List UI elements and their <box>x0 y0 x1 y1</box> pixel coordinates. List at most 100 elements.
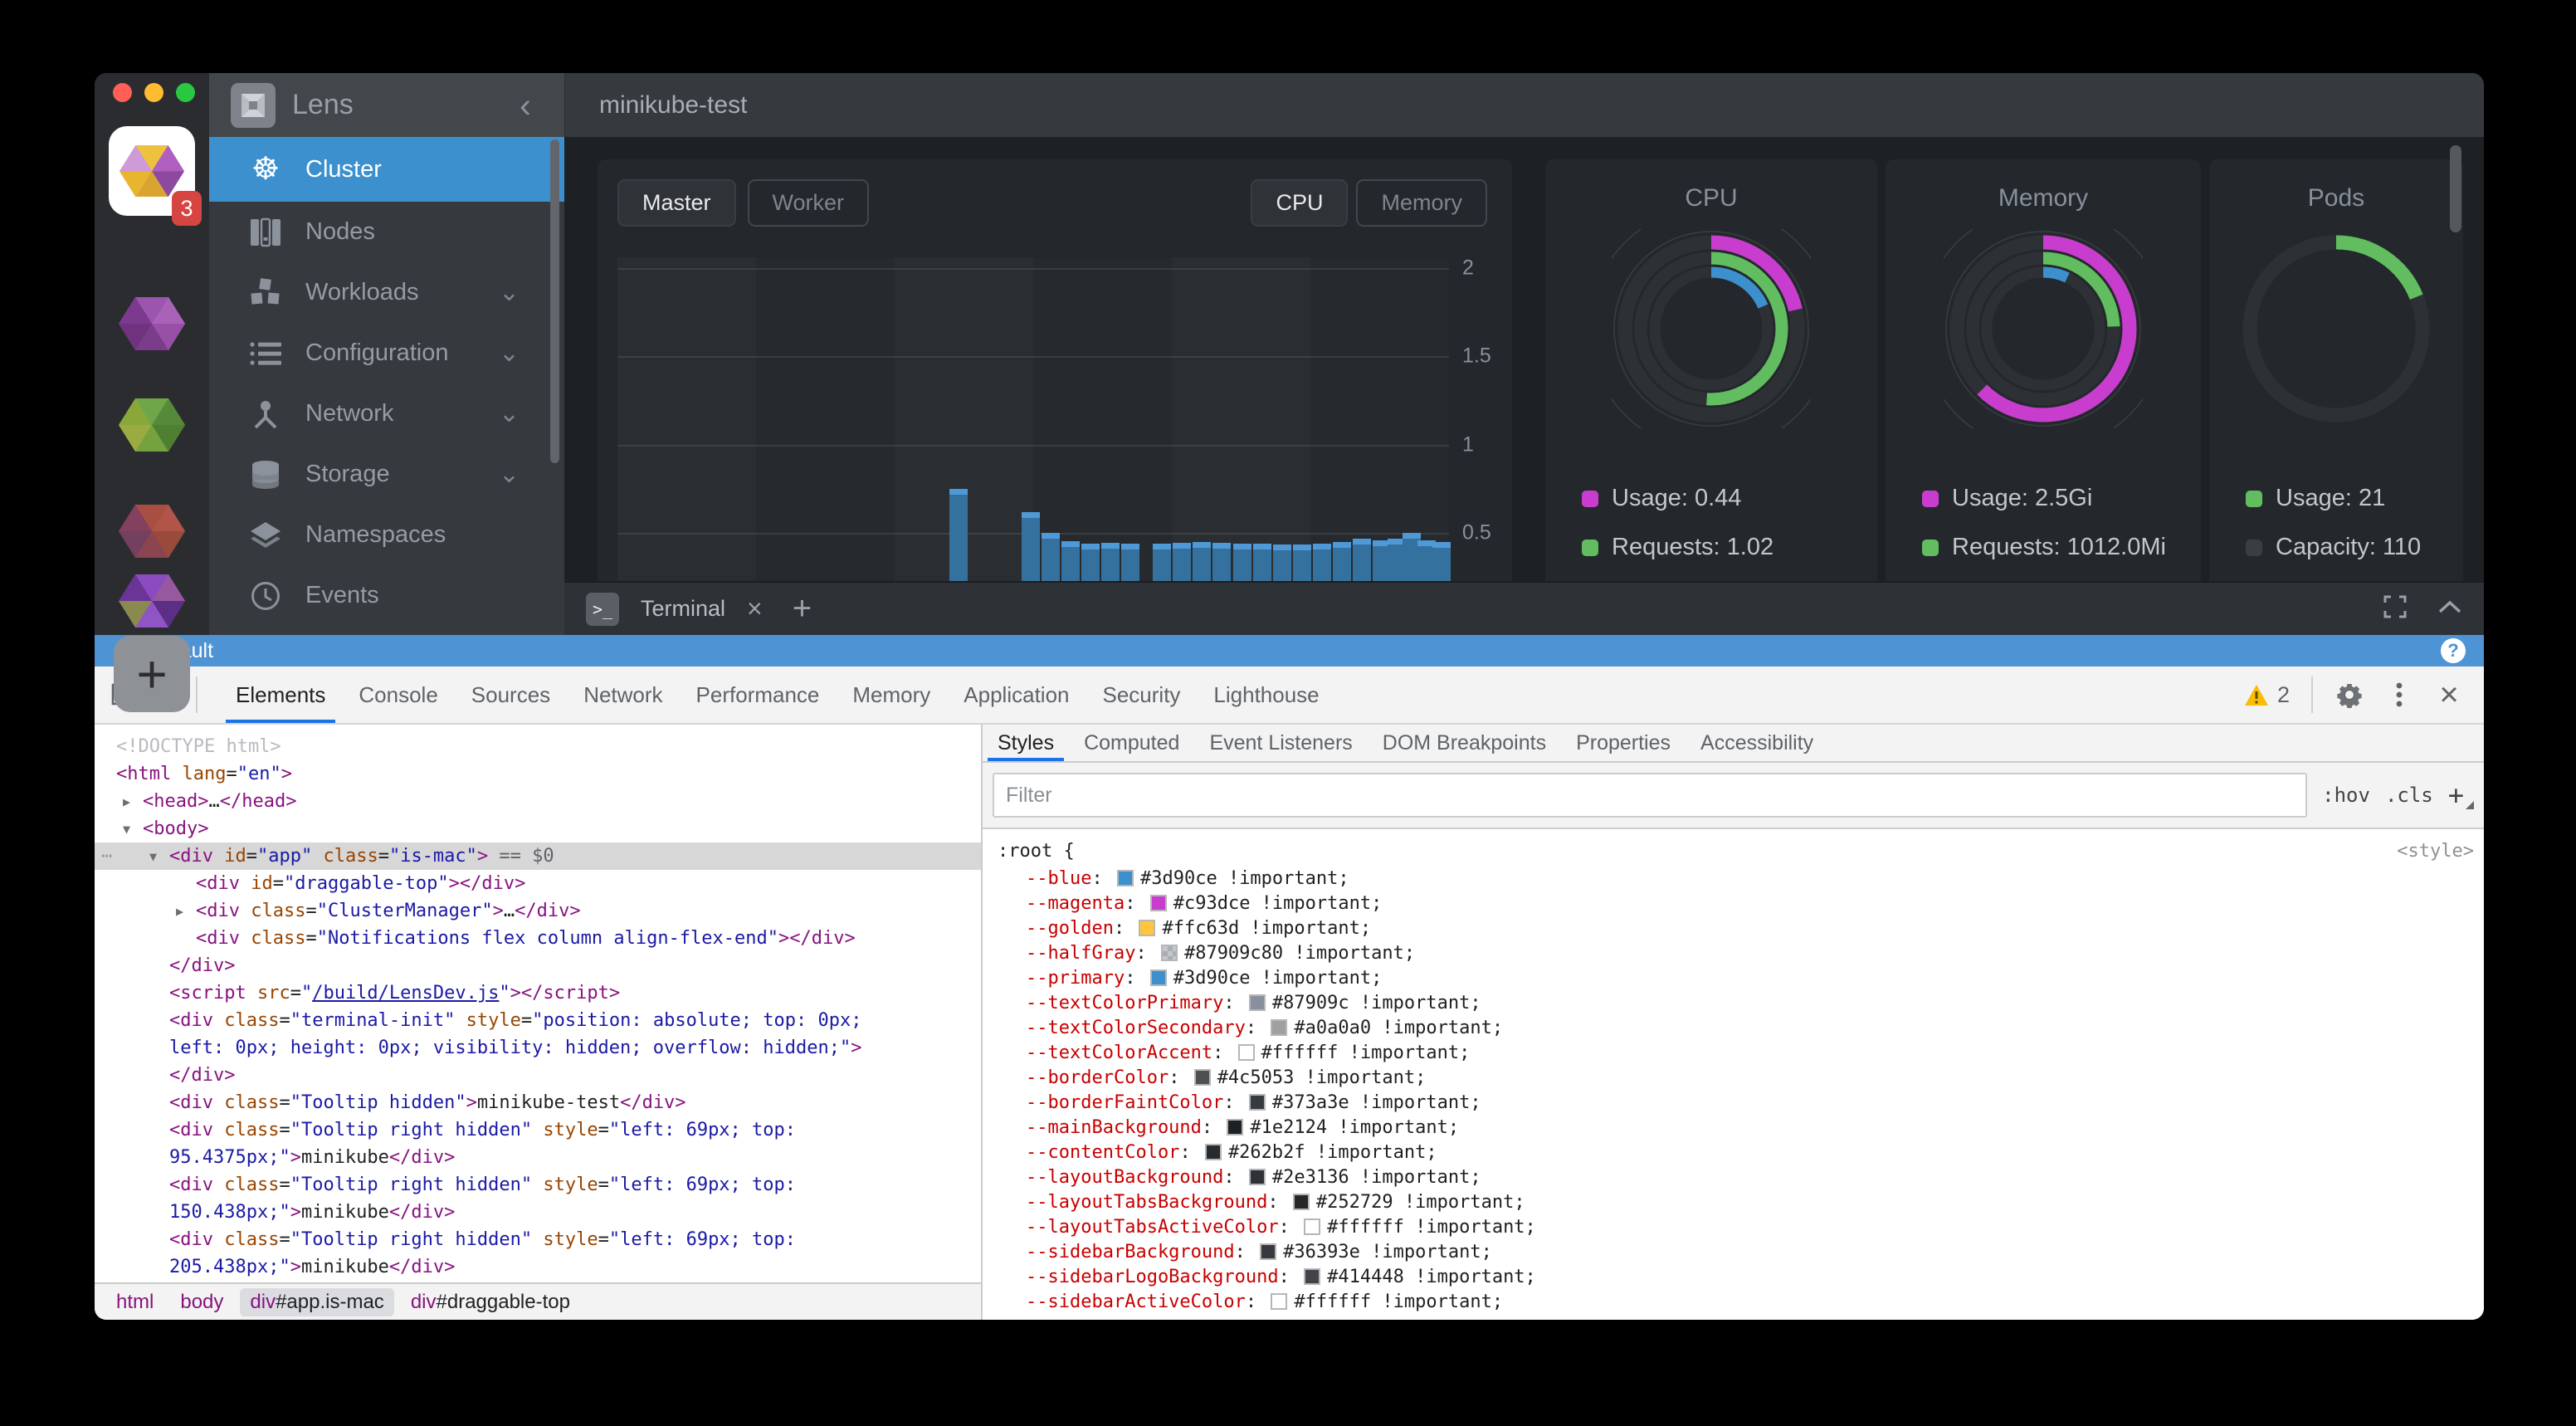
add-cluster-button[interactable]: + <box>114 636 190 712</box>
chevron-down-icon[interactable]: ⌄ <box>499 460 520 489</box>
dom-tree-line[interactable]: <div class="Tooltip right hidden" style=… <box>95 1226 981 1253</box>
color-swatch[interactable] <box>1150 895 1167 911</box>
dom-tree[interactable]: <!DOCTYPE html><html lang="en">▶<head>…<… <box>95 725 981 1282</box>
dom-tree-line[interactable]: <div class="Tooltip right hidden" style=… <box>95 1171 981 1199</box>
sidebar-item-nodes[interactable]: Nodes <box>209 202 564 262</box>
css-variable[interactable]: --golden: #ffc63d !important; <box>983 916 2484 941</box>
dashboard-scrollbar[interactable] <box>2450 145 2461 232</box>
devtools-menu-icon[interactable] <box>2378 673 2421 716</box>
color-swatch[interactable] <box>1271 1293 1287 1310</box>
tab-cpu-button[interactable]: CPU <box>1251 179 1348 227</box>
css-variable[interactable]: --halfGray: #87909c80 !important; <box>983 941 2484 966</box>
color-swatch[interactable] <box>1293 1194 1310 1210</box>
devtools-tab-memory[interactable]: Memory <box>836 667 947 723</box>
close-window-button[interactable] <box>113 83 132 102</box>
css-variable[interactable]: --magenta: #c93dce !important; <box>983 891 2484 916</box>
sidebar-item-network[interactable]: Network⌄ <box>209 383 564 444</box>
sidebar-item-configuration[interactable]: Configuration⌄ <box>209 323 564 383</box>
dom-tree-line[interactable]: 150.438px;">minikube</div> <box>95 1199 981 1226</box>
css-variable[interactable]: --textColorAccent: #ffffff !important; <box>983 1041 2484 1066</box>
zoom-window-button[interactable] <box>176 83 195 102</box>
breadcrumb-item[interactable]: div#draggable-top <box>401 1288 580 1316</box>
breadcrumb-item[interactable]: div#app.is-mac <box>240 1288 393 1316</box>
color-swatch[interactable] <box>1161 945 1178 961</box>
dom-tree-line[interactable]: ⋯▼<div id="app" class="is-mac"> == $0 <box>95 842 981 870</box>
styles-tab-dom-breakpoints[interactable]: DOM Breakpoints <box>1368 725 1561 761</box>
color-swatch[interactable] <box>1227 1119 1243 1135</box>
color-swatch[interactable] <box>1117 870 1134 886</box>
devtools-tab-network[interactable]: Network <box>567 667 679 723</box>
color-swatch[interactable] <box>1304 1218 1320 1235</box>
styles-tab-accessibility[interactable]: Accessibility <box>1686 725 1828 761</box>
color-swatch[interactable] <box>1304 1268 1320 1285</box>
color-swatch[interactable] <box>1150 969 1167 986</box>
terminal-collapse-icon[interactable] <box>2437 599 2462 618</box>
element-classes-button[interactable]: .cls <box>2385 784 2433 807</box>
css-variable[interactable]: --borderColor: #4c5053 !important; <box>983 1066 2484 1091</box>
styles-tab-event-listeners[interactable]: Event Listeners <box>1194 725 1367 761</box>
styles-tab-computed[interactable]: Computed <box>1069 725 1194 761</box>
dom-tree-line[interactable]: </div> <box>95 1062 981 1089</box>
terminal-fullscreen-icon[interactable] <box>2383 594 2408 623</box>
dom-tree-line[interactable]: <html lang="en"> <box>95 760 981 788</box>
css-variable[interactable]: --textColorSecondary: #a0a0a0 !important… <box>983 1016 2484 1041</box>
color-swatch[interactable] <box>1260 1243 1276 1260</box>
css-variable[interactable]: --sidebarLogoBackground: #414448 !import… <box>983 1265 2484 1290</box>
devtools-tab-application[interactable]: Application <box>947 667 1086 723</box>
css-variable[interactable]: --sidebarActiveColor: #ffffff !important… <box>983 1290 2484 1315</box>
dom-tree-line[interactable]: <div id="draggable-top"></div> <box>95 870 981 897</box>
devtools-tab-performance[interactable]: Performance <box>680 667 837 723</box>
dom-tree-line[interactable]: left: 0px; height: 0px; visibility: hidd… <box>95 1034 981 1062</box>
color-swatch[interactable] <box>1271 1019 1287 1036</box>
sidebar-item-namespaces[interactable]: Namespaces <box>209 505 564 565</box>
sidebar-item-storage[interactable]: Storage⌄ <box>209 444 564 505</box>
devtools-tab-security[interactable]: Security <box>1086 667 1198 723</box>
styles-tab-properties[interactable]: Properties <box>1561 725 1686 761</box>
css-variable[interactable]: --blue: #3d90ce !important; <box>983 867 2484 891</box>
expand-arrow-closed-icon[interactable]: ▶ <box>123 789 130 816</box>
color-swatch[interactable] <box>1249 1169 1266 1185</box>
css-variable[interactable]: --textColorPrimary: #87909c !important; <box>983 991 2484 1016</box>
tab-memory-button[interactable]: Memory <box>1356 179 1487 227</box>
namespace-bar[interactable]: default ? <box>95 635 2484 667</box>
workspace-cluster-active[interactable]: 3 <box>109 126 195 216</box>
color-swatch[interactable] <box>1249 994 1266 1011</box>
expand-arrow-open-icon[interactable]: ▼ <box>149 843 157 871</box>
css-variable[interactable]: --contentColor: #262b2f !important; <box>983 1140 2484 1165</box>
dom-tree-line[interactable]: ▼<body> <box>95 815 981 842</box>
dom-tree-line[interactable]: ▶<head>…</head> <box>95 788 981 815</box>
sidebar-item-events[interactable]: Events <box>209 565 564 626</box>
devtools-tab-sources[interactable]: Sources <box>455 667 567 723</box>
sidebar-scrollbar[interactable] <box>550 139 559 463</box>
css-variable[interactable]: --layoutTabsActiveColor: #ffffff !import… <box>983 1215 2484 1240</box>
expand-arrow-closed-icon[interactable]: ▶ <box>176 898 183 925</box>
breadcrumb-item[interactable]: html <box>106 1288 163 1316</box>
chevron-down-icon[interactable]: ⌄ <box>499 399 520 428</box>
chevron-down-icon[interactable]: ⌄ <box>499 278 520 307</box>
color-swatch[interactable] <box>1205 1144 1222 1160</box>
color-swatch[interactable] <box>1238 1044 1255 1061</box>
workspace-cluster[interactable] <box>119 505 185 558</box>
styles-filter-input[interactable] <box>993 773 2307 818</box>
chevron-down-icon[interactable]: ⌄ <box>499 339 520 368</box>
sidebar-item-cluster[interactable]: ☸Cluster <box>209 137 564 202</box>
devtools-tab-elements[interactable]: Elements <box>219 667 342 723</box>
sidebar-collapse-button[interactable]: ‹ <box>520 88 543 123</box>
new-style-rule-button[interactable]: + <box>2448 779 2474 811</box>
dom-tree-line[interactable]: 95.4375px;">minikube</div> <box>95 1144 981 1171</box>
devtools-settings-icon[interactable] <box>2328 673 2371 716</box>
dom-tree-line[interactable]: <div class="terminal-init" style="positi… <box>95 1007 981 1034</box>
console-warnings-badge[interactable]: 2 <box>2244 682 2296 708</box>
tab-worker-button[interactable]: Worker <box>748 179 870 227</box>
sidebar-item-workloads[interactable]: Workloads⌄ <box>209 262 564 323</box>
dom-tree-line[interactable]: <div class="Tooltip hidden">minikube-tes… <box>95 1089 981 1116</box>
color-swatch[interactable] <box>1139 920 1155 936</box>
css-variable[interactable]: --borderFaintColor: #373a3e !important; <box>983 1091 2484 1116</box>
dom-tree-line[interactable]: <script src="/build/LensDev.js"></script… <box>95 979 981 1007</box>
dom-tree-line[interactable]: <div class="Tooltip right hidden" style=… <box>95 1116 981 1144</box>
workspace-cluster[interactable] <box>119 574 185 628</box>
dom-tree-line[interactable]: <!DOCTYPE html> <box>95 733 981 760</box>
workspace-cluster[interactable] <box>119 297 185 350</box>
expand-arrow-open-icon[interactable]: ▼ <box>123 816 130 843</box>
devtools-tab-lighthouse[interactable]: Lighthouse <box>1197 667 1335 723</box>
